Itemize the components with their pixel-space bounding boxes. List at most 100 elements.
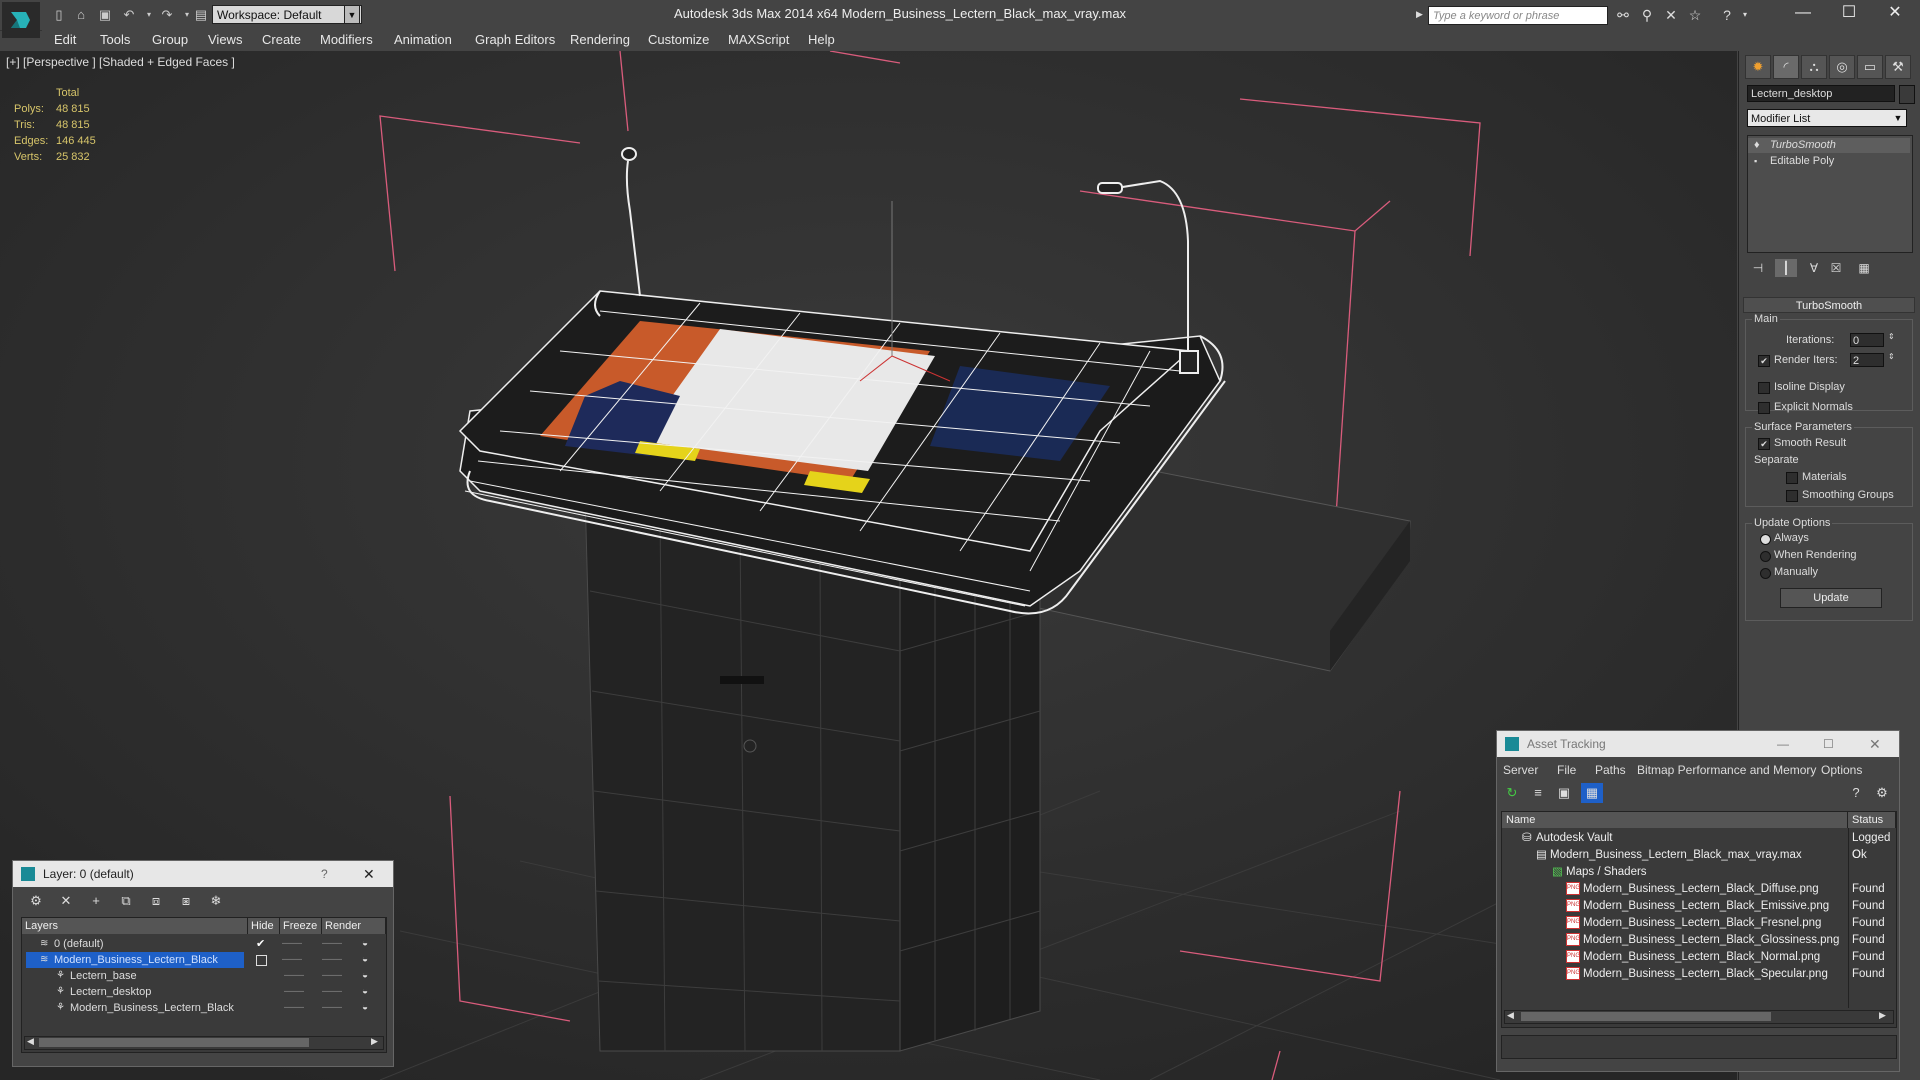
object-name-field[interactable]: Lectern_desktop [1747, 85, 1895, 102]
column-freeze[interactable]: Freeze [280, 918, 322, 934]
asset-row-maps[interactable]: ▧ Maps / Shaders [1502, 864, 1896, 881]
project-folder-icon[interactable]: ▤ [192, 7, 210, 23]
maximize-icon[interactable]: ☐ [1823, 731, 1834, 757]
asset-row-png[interactable]: PNG Modern_Business_Lectern_Black_Specula… [1502, 966, 1896, 983]
communication-icon[interactable]: ✕ [1662, 7, 1680, 23]
minimize-icon[interactable]: — [1780, 0, 1826, 28]
freeze-all-layers-icon[interactable]: ❄ [205, 891, 227, 911]
layer-row[interactable]: ⚘ Lectern_base —— —— ◒ [22, 968, 386, 984]
utilities-tab-icon[interactable]: ⚒ [1885, 55, 1911, 79]
scroll-left-icon[interactable]: ◀ [1507, 1010, 1514, 1021]
subscription-icon[interactable]: ⚲ [1638, 7, 1656, 23]
asset-menu-options[interactable]: Options [1821, 763, 1862, 777]
horizontal-scrollbar[interactable]: ◀ ▶ [24, 1036, 384, 1050]
smooth-result-checkbox[interactable]: ✔ [1758, 438, 1770, 450]
save-file-icon[interactable]: ▣ [96, 7, 114, 23]
thumbnail-view-icon[interactable]: ▣ [1553, 783, 1575, 803]
binoculars-icon[interactable]: ⚯ [1614, 7, 1632, 23]
menu-rendering[interactable]: Rendering [570, 32, 630, 47]
asset-menu-bitmap-performance[interactable]: Bitmap Performance and Memory [1637, 763, 1816, 777]
render-teapot-icon[interactable]: ◒ [362, 1000, 368, 1016]
render-teapot-icon[interactable]: ◒ [362, 984, 368, 1000]
always-radio[interactable] [1760, 534, 1771, 545]
pin-stack-icon[interactable]: ⊣ [1747, 259, 1769, 277]
undo-dropdown-icon[interactable]: ▾ [140, 7, 158, 23]
redo-icon[interactable]: ↷ [158, 7, 176, 23]
asset-row-png[interactable]: PNG Modern_Business_Lectern_Black_Diffuse… [1502, 881, 1896, 898]
scrollbar-thumb[interactable] [39, 1038, 309, 1047]
asset-row-max-file[interactable]: ▤ Modern_Business_Lectern_Black_max_vray… [1502, 847, 1896, 864]
asset-row-png[interactable]: PNG Modern_Business_Lectern_Black_Emissiv… [1502, 898, 1896, 915]
menu-graph-editors[interactable]: Graph Editors [475, 32, 555, 47]
menu-help[interactable]: Help [808, 32, 835, 47]
help-icon[interactable]: ? [1845, 783, 1867, 803]
modify-tab-icon[interactable]: ◜ [1773, 55, 1799, 79]
close-icon[interactable]: ✕ [1869, 731, 1881, 757]
layer-row[interactable]: ⚘ Lectern_desktop —— —— ◒ [22, 984, 386, 1000]
column-status[interactable]: Status [1848, 812, 1896, 828]
favorites-star-icon[interactable]: ☆ [1686, 7, 1704, 23]
asset-menu-server[interactable]: Server [1503, 763, 1538, 777]
column-layers[interactable]: Layers [22, 918, 248, 934]
column-hide[interactable]: Hide [248, 918, 280, 934]
help-dropdown-icon[interactable]: ▾ [1736, 7, 1754, 23]
delete-layer-icon[interactable]: ✕ [55, 891, 77, 911]
explicit-normals-checkbox[interactable] [1758, 402, 1770, 414]
chevron-down-icon[interactable]: ▼ [344, 5, 360, 24]
help-icon[interactable]: ? [1718, 7, 1736, 23]
smoothing-groups-checkbox[interactable] [1786, 490, 1798, 502]
layer-dialog-titlebar[interactable]: Layer: 0 (default) ? ✕ [13, 861, 393, 887]
isoline-display-checkbox[interactable] [1758, 382, 1770, 394]
modifier-list-dropdown[interactable]: Modifier List [1747, 109, 1907, 127]
spinner-arrows-icon[interactable]: ⇕ [1888, 332, 1895, 341]
manually-radio[interactable] [1760, 568, 1771, 579]
object-color-swatch[interactable] [1899, 85, 1915, 104]
horizontal-scrollbar[interactable]: ◀ ▶ [1504, 1010, 1894, 1024]
update-button[interactable]: Update [1780, 588, 1882, 608]
menu-views[interactable]: Views [208, 32, 242, 47]
remove-modifier-icon[interactable]: ☒ [1825, 259, 1847, 277]
scroll-right-icon[interactable]: ▶ [1879, 1010, 1886, 1021]
spinner-arrows-icon[interactable]: ⇕ [1888, 352, 1895, 361]
menu-group[interactable]: Group [152, 32, 188, 47]
materials-checkbox[interactable] [1786, 472, 1798, 484]
viewport-label[interactable]: [+] [Perspective ] [Shaded + Edged Faces… [6, 55, 235, 69]
search-input[interactable]: Type a keyword or phrase [1428, 6, 1608, 25]
hide-all-layers-icon[interactable]: ⧆ [175, 891, 197, 911]
list-view-icon[interactable]: ≡ [1527, 783, 1549, 803]
lightbulb-icon[interactable]: ♦ [1754, 138, 1760, 153]
layer-row[interactable]: ≋ Modern_Business_Lectern_Black —— —— ◒ [22, 952, 386, 968]
layer-active-box[interactable] [256, 955, 267, 966]
column-name[interactable]: Name [1502, 812, 1848, 828]
display-tab-icon[interactable]: ▭ [1857, 55, 1883, 79]
asset-menu-file[interactable]: File [1557, 763, 1576, 777]
render-teapot-icon[interactable]: ◒ [362, 936, 368, 952]
column-render[interactable]: Render [322, 918, 386, 934]
asset-row-png[interactable]: PNG Modern_Business_Lectern_Black_Normal.… [1502, 949, 1896, 966]
stack-item-editable-poly[interactable]: ▪ Editable Poly [1748, 154, 1910, 169]
vault-help-icon[interactable]: ⚙ [1871, 783, 1893, 803]
asset-row-vault[interactable]: ⛁ Autodesk Vault Logged O [1502, 830, 1896, 861]
scroll-right-icon[interactable]: ▶ [371, 1036, 378, 1047]
layer-row[interactable]: ⚘ Modern_Business_Lectern_Black —— —— ◒ [22, 1000, 386, 1016]
menu-maxscript[interactable]: MAXScript [728, 32, 789, 47]
select-layer-objects-icon[interactable]: ⧉ [115, 891, 137, 911]
close-icon[interactable]: ✕ [1872, 0, 1918, 28]
create-tab-icon[interactable]: ✹ [1745, 55, 1771, 79]
menu-modifiers[interactable]: Modifiers [320, 32, 373, 47]
asset-row-png[interactable]: PNG Modern_Business_Lectern_Black_Glossin… [1502, 932, 1896, 949]
menu-customize[interactable]: Customize [648, 32, 709, 47]
minimize-icon[interactable]: — [1777, 731, 1789, 757]
scroll-left-icon[interactable]: ◀ [27, 1036, 34, 1047]
new-file-icon[interactable]: ▯ [50, 7, 68, 23]
menu-edit[interactable]: Edit [54, 32, 76, 47]
layer-settings-icon[interactable]: ⚙ [25, 891, 47, 911]
scrollbar-thumb[interactable] [1521, 1012, 1771, 1021]
active-layer-check-icon[interactable]: ✔ [256, 936, 265, 952]
show-end-result-icon[interactable]: ┃ [1775, 259, 1797, 277]
refresh-icon[interactable]: ↻ [1501, 783, 1523, 803]
render-teapot-icon[interactable]: ◒ [362, 968, 368, 984]
add-layer-icon[interactable]: + [85, 891, 107, 911]
close-icon[interactable]: ✕ [363, 861, 375, 887]
menu-animation[interactable]: Animation [394, 32, 452, 47]
